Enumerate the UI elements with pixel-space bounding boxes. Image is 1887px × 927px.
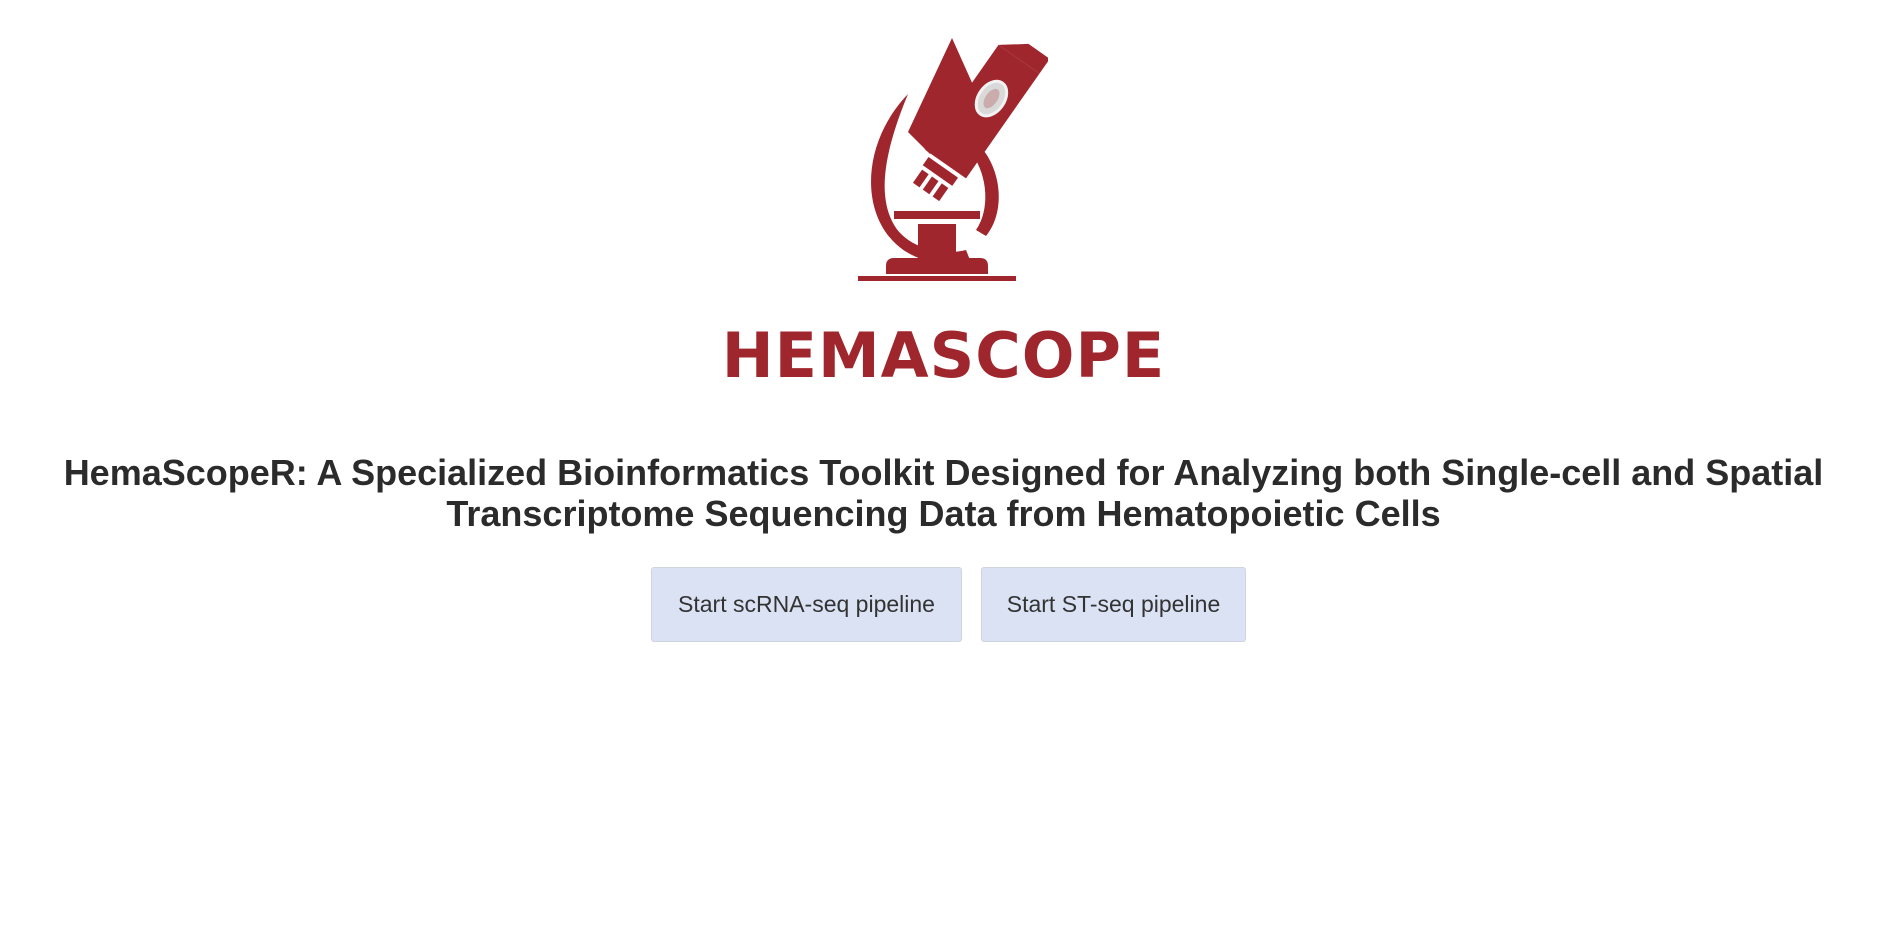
page-title: HemaScopeR: A Specialized Bioinformatics… [63,452,1824,534]
microscope-icon [858,38,1048,281]
logo-wordmark: HEMASCOPE [721,319,1166,392]
app-logo: HEMASCOPE [0,0,1887,420]
start-scrna-seq-pipeline-button[interactable]: Start scRNA-seq pipeline [651,567,962,642]
start-st-seq-pipeline-button[interactable]: Start ST-seq pipeline [981,567,1246,642]
pipeline-buttons: Start scRNA-seq pipeline Start ST-seq pi… [0,567,1887,642]
